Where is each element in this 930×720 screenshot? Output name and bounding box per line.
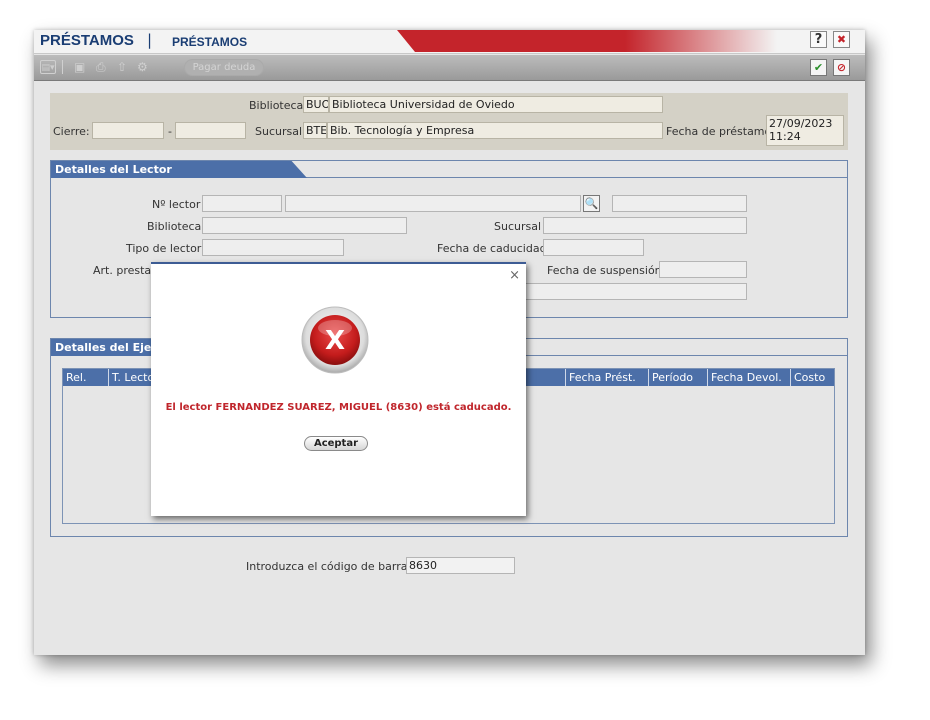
fecha-prestamo-field[interactable]: 27/09/2023 11:24 bbox=[766, 115, 844, 146]
caducidad-field[interactable] bbox=[543, 239, 644, 256]
barcode-label: Introduzca el código de barras bbox=[246, 560, 414, 573]
fecha-prestamo-time: 11:24 bbox=[769, 130, 801, 143]
close-window-button[interactable]: ✖ bbox=[833, 31, 850, 48]
sucursal-code-field[interactable]: BTE bbox=[303, 122, 327, 139]
cierre-label: Cierre: bbox=[53, 125, 90, 138]
confirm-check-icon[interactable]: ✔ bbox=[810, 59, 827, 76]
pay-debt-button[interactable]: Pagar deuda bbox=[184, 59, 264, 76]
num-lector-field[interactable] bbox=[202, 195, 282, 212]
print-icon[interactable]: ⎙ bbox=[96, 60, 106, 74]
cierre-to-field[interactable] bbox=[175, 122, 246, 139]
suspension-label: Fecha de suspensión bbox=[547, 264, 662, 277]
toolbar-divider bbox=[62, 60, 68, 74]
loan-header-panel: Biblioteca BUO Biblioteca Universidad de… bbox=[50, 93, 848, 150]
error-icon: X bbox=[301, 306, 369, 374]
sucursal-name-field[interactable]: Bib. Tecnología y Empresa bbox=[327, 122, 663, 139]
prestamos-window: PRÉSTAMOS | PRÉSTAMOS ? ✖ ▤▾ ▣ ⎙ ⇧ ⚙ Pag… bbox=[34, 30, 865, 655]
col-rel[interactable]: Rel. bbox=[63, 369, 108, 386]
num-lector-label: Nº lector bbox=[152, 198, 201, 211]
title-separator: | bbox=[147, 31, 153, 49]
title-bar: PRÉSTAMOS | PRÉSTAMOS ? ✖ bbox=[34, 30, 865, 54]
reader-biblioteca-label: Biblioteca bbox=[147, 220, 202, 233]
window-title: PRÉSTAMOS bbox=[40, 32, 134, 49]
biblioteca-code-field[interactable]: BUO bbox=[303, 96, 329, 113]
dialog-close-icon[interactable]: × bbox=[509, 268, 520, 283]
error-message: El lector FERNANDEZ SUAREZ, MIGUEL (8630… bbox=[165, 402, 512, 413]
col-fecha-prest[interactable]: Fecha Prést. bbox=[565, 369, 648, 386]
help-button[interactable]: ? bbox=[810, 31, 827, 48]
search-icon[interactable]: 🔍 bbox=[583, 195, 600, 212]
sucursal-label: Sucursal bbox=[255, 125, 303, 138]
upload-icon[interactable]: ⇧ bbox=[117, 60, 127, 74]
reader-extra-field[interactable] bbox=[612, 195, 747, 212]
biblioteca-label: Biblioteca bbox=[249, 99, 304, 112]
reader-sucursal-label: Sucursal bbox=[494, 220, 542, 233]
barcode-input[interactable]: 8630 bbox=[406, 557, 515, 574]
tipo-lector-label: Tipo de lector bbox=[126, 242, 202, 255]
reader-details-title: Detalles del Lector bbox=[51, 161, 307, 178]
col-periodo[interactable]: Período bbox=[648, 369, 707, 386]
fecha-prestamo-label: Fecha de préstamo bbox=[666, 125, 772, 138]
caducidad-label: Fecha de caducidad bbox=[437, 242, 547, 255]
title-decoration bbox=[397, 30, 777, 52]
suspension-field[interactable] bbox=[659, 261, 747, 278]
cierre-dash: - bbox=[168, 125, 172, 138]
cancel-icon[interactable]: ⊘ bbox=[833, 59, 850, 76]
toolbar: ▤▾ ▣ ⎙ ⇧ ⚙ Pagar deuda ✔ ⊘ bbox=[34, 55, 865, 81]
reader-notes-field[interactable] bbox=[525, 283, 747, 300]
menu-dropdown-icon[interactable]: ▤▾ bbox=[40, 60, 56, 74]
reader-sucursal-field[interactable] bbox=[543, 217, 747, 234]
save-icon[interactable]: ▣ bbox=[74, 60, 85, 74]
settings-icon[interactable]: ⚙ bbox=[137, 60, 148, 74]
tipo-lector-field[interactable] bbox=[202, 239, 344, 256]
window-subtitle: PRÉSTAMOS bbox=[172, 35, 248, 49]
col-costo[interactable]: Costo bbox=[790, 369, 834, 386]
error-dialog: × X El lector FERNANDEZ SUAREZ, MIGUEL (… bbox=[151, 262, 526, 516]
reader-name-field[interactable] bbox=[285, 195, 581, 212]
error-icon-letter: X bbox=[325, 326, 345, 356]
col-fecha-devol[interactable]: Fecha Devol. bbox=[707, 369, 790, 386]
accept-button[interactable]: Aceptar bbox=[304, 436, 368, 451]
cierre-from-field[interactable] bbox=[92, 122, 164, 139]
fecha-prestamo-date: 27/09/2023 bbox=[769, 117, 833, 130]
art-prestados-label: Art. presta bbox=[93, 264, 152, 277]
reader-biblioteca-field[interactable] bbox=[202, 217, 407, 234]
biblioteca-name-field[interactable]: Biblioteca Universidad de Oviedo bbox=[329, 96, 663, 113]
